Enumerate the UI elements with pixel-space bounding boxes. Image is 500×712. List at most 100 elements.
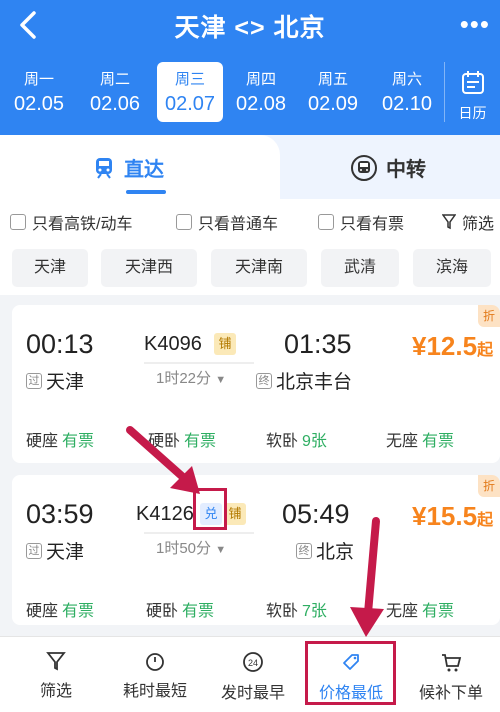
- station-chip[interactable]: 天津: [12, 249, 88, 287]
- seat-info: 软卧 9张: [266, 427, 327, 451]
- filter-normal-train[interactable]: 只看普通车: [176, 210, 278, 234]
- sort-label: 耗时最短: [122, 683, 187, 700]
- tab-direct[interactable]: 直达: [92, 153, 166, 194]
- station-chip[interactable]: 武清: [321, 249, 399, 287]
- calendar-label: 日历: [458, 105, 487, 121]
- discount-badge: 折: [478, 475, 500, 497]
- filter-available-only[interactable]: 只看有票: [318, 210, 404, 234]
- date-label: 02.08: [235, 93, 287, 115]
- sort-label: 发时最早: [220, 685, 285, 702]
- clock-24-icon: 24: [243, 652, 263, 672]
- station-chip[interactable]: 滨海: [413, 249, 491, 287]
- filter-label: 只看有票: [340, 216, 405, 233]
- date-item[interactable]: 周四 02.08: [228, 62, 294, 122]
- checkbox-icon: [176, 214, 192, 230]
- sort-earliest-button[interactable]: 24 发时最早: [218, 651, 288, 703]
- seat-availability: 9张: [302, 433, 327, 450]
- departure-time: 03:59: [26, 499, 94, 529]
- filter-high-speed[interactable]: 只看高铁/动车: [10, 210, 132, 234]
- checkbox-icon: [10, 214, 26, 230]
- tab-transfer[interactable]: 中转: [350, 153, 426, 182]
- price: ¥15.5起: [412, 501, 493, 532]
- caret-down-icon: ▼: [215, 544, 227, 556]
- seat-info: 硬座 有票: [26, 597, 94, 621]
- seat-type: 无座: [386, 433, 419, 450]
- terminal-badge: 终: [296, 542, 312, 559]
- bottom-sort-bar: 筛选 耗时最短 24 发时最早 价格最低 候补下单: [0, 636, 500, 712]
- price: ¥12.5起: [412, 331, 493, 362]
- weekday-label: 周五: [317, 71, 348, 88]
- seat-availability: 有票: [62, 433, 95, 450]
- seat-info: 硬卧 有票: [146, 597, 214, 621]
- date-item[interactable]: 周五 02.09: [300, 62, 366, 122]
- more-icon[interactable]: •••: [460, 11, 490, 37]
- annotation-arrow: [350, 517, 384, 637]
- seat-info: 软卧 7张: [266, 597, 327, 621]
- duration[interactable]: 1时22分 ▼: [156, 367, 226, 388]
- weekday-label: 周三: [174, 71, 205, 88]
- waitlist-button[interactable]: 候补下单: [416, 651, 486, 703]
- from-station-label: 天津: [46, 372, 85, 393]
- from-station: 过天津: [26, 537, 84, 564]
- date-label: 02.10: [381, 93, 433, 115]
- sort-label: 候补下单: [418, 685, 483, 702]
- timer-icon: [146, 653, 164, 671]
- seat-type: 软卧: [266, 433, 299, 450]
- annotation-arrow: [126, 426, 200, 494]
- seat-type: 软卧: [266, 603, 299, 620]
- date-item-selected[interactable]: 周三 02.07: [157, 62, 223, 122]
- price-value: ¥12.5: [412, 331, 478, 361]
- seat-type: 硬卧: [146, 603, 179, 620]
- station-chips: 天津 天津西 天津南 武清 滨海: [0, 243, 500, 295]
- seat-availability: 有票: [182, 603, 215, 620]
- station-chip[interactable]: 天津南: [211, 249, 307, 287]
- seat-availability: 有票: [422, 603, 455, 620]
- from-station-label: 天津: [46, 542, 85, 563]
- filter-label: 筛选: [462, 216, 495, 233]
- clock-badge-label: 24: [248, 658, 258, 668]
- price-value: ¥15.5: [412, 501, 478, 531]
- weekday-label: 周六: [391, 71, 422, 88]
- train-number: K4096: [144, 333, 202, 355]
- discount-badge: 折: [478, 305, 500, 327]
- tab-transfer-label: 中转: [386, 159, 426, 181]
- pass-through-badge: 过: [26, 542, 42, 559]
- duration-label: 1时50分: [156, 540, 212, 557]
- sleeper-tag: 铺: [214, 333, 236, 355]
- date-item[interactable]: 周六 02.10: [374, 62, 440, 122]
- date-item[interactable]: 周二 02.06: [82, 62, 148, 122]
- filter-button[interactable]: 筛选: [442, 210, 494, 234]
- price-suffix: 起: [477, 342, 494, 359]
- seat-info: 无座 有票: [386, 427, 454, 451]
- calendar-icon: [461, 71, 484, 94]
- station-chip[interactable]: 天津西: [101, 249, 197, 287]
- weekday-label: 周四: [245, 71, 276, 88]
- date-label: 02.06: [89, 93, 141, 115]
- to-station-label: 北京丰台: [276, 372, 353, 393]
- date-item[interactable]: 周一 02.05: [6, 62, 72, 122]
- seat-type: 硬座: [26, 603, 59, 620]
- date-strip: 周一 02.05 周二 02.06 周三 02.07 周四 02.08 周五 02.09 …: [0, 62, 500, 126]
- train-card[interactable]: 折 00:13 K4096 铺 1时22分 ▼ 01:35 过天津 终北京丰台 …: [12, 305, 500, 463]
- route-line: [144, 532, 254, 534]
- filter-label: 只看高铁/动车: [32, 216, 133, 233]
- tab-direct-label: 直达: [124, 159, 164, 181]
- cart-plus-icon: [442, 654, 462, 672]
- sort-filter-button[interactable]: 筛选: [36, 651, 76, 701]
- sort-label: 筛选: [39, 683, 72, 700]
- duration-label: 1时22分: [156, 370, 212, 387]
- sort-shortest-button[interactable]: 耗时最短: [120, 651, 190, 701]
- calendar-button[interactable]: 日历: [444, 62, 500, 122]
- annotation-highlight-box: [305, 641, 396, 705]
- date-label: 02.05: [13, 93, 65, 115]
- train-card[interactable]: 折 03:59 K4126 兑 铺 1时50分 ▼ 05:49 过天津 终北京 …: [12, 475, 500, 625]
- sleeper-tag: 铺: [224, 503, 246, 525]
- train-number: K4126: [136, 503, 194, 525]
- filter-label: 只看普通车: [198, 216, 279, 233]
- from-station: 过天津: [26, 367, 84, 394]
- duration[interactable]: 1时50分 ▼: [156, 537, 226, 558]
- to-station: 终北京丰台: [256, 367, 352, 394]
- funnel-icon: [46, 652, 66, 671]
- route-title: 天津 <> 北京: [174, 14, 326, 42]
- transfer-train-icon: [351, 154, 377, 181]
